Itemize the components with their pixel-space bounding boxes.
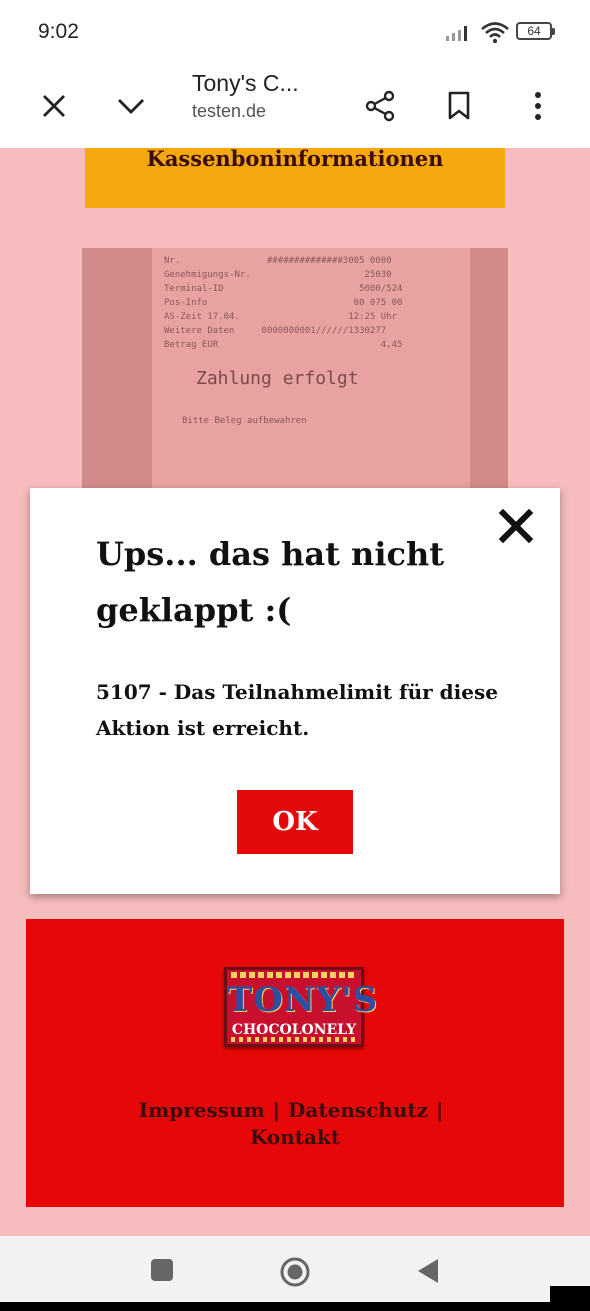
receipt-line: Betrag EUR 4,45 (164, 340, 403, 350)
receipt-status: Zahlung erfolgt (196, 368, 359, 389)
footer-links: Impressum | Datenschutz | Kontakt (26, 1097, 564, 1151)
error-dialog: Ups... das hat nicht geklappt :( 5107 - … (30, 488, 560, 894)
dialog-message: 5107 - Das Teilnahmelimit für diese Akti… (96, 680, 498, 740)
receipt-line: AS-Zeit 17.04. 12:25 Uhr (164, 312, 397, 322)
footer-link-impressum[interactable]: Impressum (139, 1098, 265, 1122)
section-header: Kassenboninformationen (85, 148, 505, 208)
ok-button[interactable]: OK (237, 790, 353, 854)
battery-level: 64 (527, 24, 541, 38)
bottom-edge (0, 1286, 590, 1311)
status-time: 9:02 (38, 20, 79, 43)
link-separator: | (435, 1098, 444, 1122)
page-title: Tony's C... (192, 70, 299, 96)
footer-link-kontakt[interactable]: Kontakt (250, 1125, 340, 1149)
receipt-line: Pos-Info 00 075 00 (164, 298, 403, 308)
logo-stripe-top (231, 972, 357, 978)
more-vert-icon[interactable] (514, 82, 562, 130)
brand-logo[interactable]: TONY'S CHOCOLONELY (224, 967, 379, 1047)
share-icon[interactable] (356, 82, 404, 130)
status-bar: 9:02 64 (0, 0, 590, 64)
receipt-paper: Nr. ##############3005 0000 Genehmigungs… (152, 248, 470, 488)
wifi-icon (481, 22, 509, 44)
dialog-heading: Ups... das hat nicht geklappt :( (96, 535, 444, 629)
receipt-line: Nr. ##############3005 0000 (164, 256, 392, 266)
logo-stripe-bottom (231, 1037, 357, 1042)
receipt-note: Bitte Beleg aufbewahren (182, 416, 307, 426)
footer-link-datenschutz[interactable]: Datenschutz (288, 1098, 428, 1122)
bookmark-icon[interactable] (435, 82, 483, 130)
back-triangle-icon[interactable] (414, 1256, 444, 1286)
battery-icon: 64 (516, 22, 555, 40)
status-icons: 64 (444, 18, 556, 46)
chevron-down-icon[interactable] (107, 82, 155, 130)
page-domain: testen.de (192, 101, 267, 121)
receipt-line: Genehmigungs-Nr. 25030 (164, 270, 392, 280)
page-title-area[interactable]: Tony's C... testen.de (192, 70, 342, 122)
browser-toolbar: Tony's C... testen.de (0, 64, 590, 148)
system-nav-bar (0, 1236, 590, 1302)
receipt-line: Terminal-ID 5000/524 (164, 284, 403, 294)
home-circle-icon[interactable] (279, 1256, 310, 1287)
section-header-label: Kassenboninformationen (146, 146, 444, 171)
link-separator: | (272, 1098, 281, 1122)
logo-subtitle: CHOCOLONELY (231, 1022, 357, 1038)
footer: TONY'S CHOCOLONELY Impressum | Datenschutz… (26, 919, 564, 1207)
receipt-image: Nr. ##############3005 0000 Genehmigungs… (82, 248, 508, 488)
recents-square-icon[interactable] (148, 1256, 178, 1286)
close-icon[interactable] (30, 82, 78, 130)
signal-icon (446, 26, 467, 41)
receipt-line: Weitere Daten 0000000001//////1330277 (164, 326, 387, 336)
logo-name: TONY'S (227, 980, 379, 1020)
